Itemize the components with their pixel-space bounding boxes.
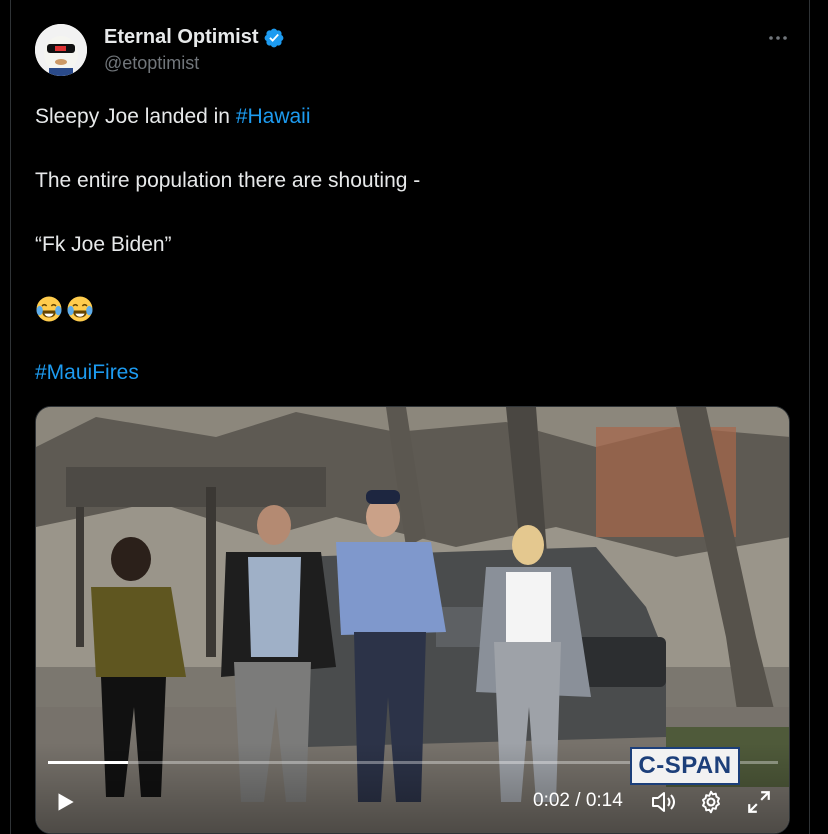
tweet-line-1: Sleepy Joe landed in #Hawaii — [35, 105, 311, 129]
hashtag-mauifires-link[interactable]: #MauiFires — [35, 361, 139, 385]
volume-icon[interactable] — [650, 789, 678, 815]
video-player[interactable]: C-SPAN 0:02 / 0:14 — [35, 406, 790, 834]
author-display-name[interactable]: Eternal Optimist — [104, 26, 258, 49]
author-handle[interactable]: @etoptimist — [104, 53, 199, 74]
face-with-tears-of-joy-icon — [67, 296, 93, 322]
tweet-card: Eternal Optimist @etoptimist Sleepy Joe … — [10, 0, 810, 834]
tweet-line-2: The entire population there are shouting… — [35, 169, 421, 192]
play-icon[interactable] — [52, 789, 78, 815]
tweet-emoji-line — [35, 295, 97, 323]
avatar-cartoon-icon — [35, 24, 87, 76]
verified-badge-icon — [265, 28, 284, 47]
video-progress-fill — [48, 761, 129, 764]
author-name-row[interactable]: Eternal Optimist — [104, 26, 285, 49]
video-time-display: 0:02 / 0:14 — [533, 790, 623, 811]
cspan-watermark: C-SPAN — [630, 747, 740, 785]
tweet-line-3: “Fk Joe Biden” — [35, 233, 172, 256]
tweet-text: Sleepy Joe landed in — [35, 105, 236, 128]
hashtag-hawaii-link[interactable]: #Hawaii — [236, 105, 311, 128]
more-horizontal-icon[interactable] — [766, 26, 790, 50]
settings-gear-icon[interactable] — [698, 789, 724, 815]
author-avatar[interactable] — [35, 24, 87, 76]
face-with-tears-of-joy-icon — [36, 296, 62, 322]
fullscreen-icon[interactable] — [746, 789, 772, 815]
